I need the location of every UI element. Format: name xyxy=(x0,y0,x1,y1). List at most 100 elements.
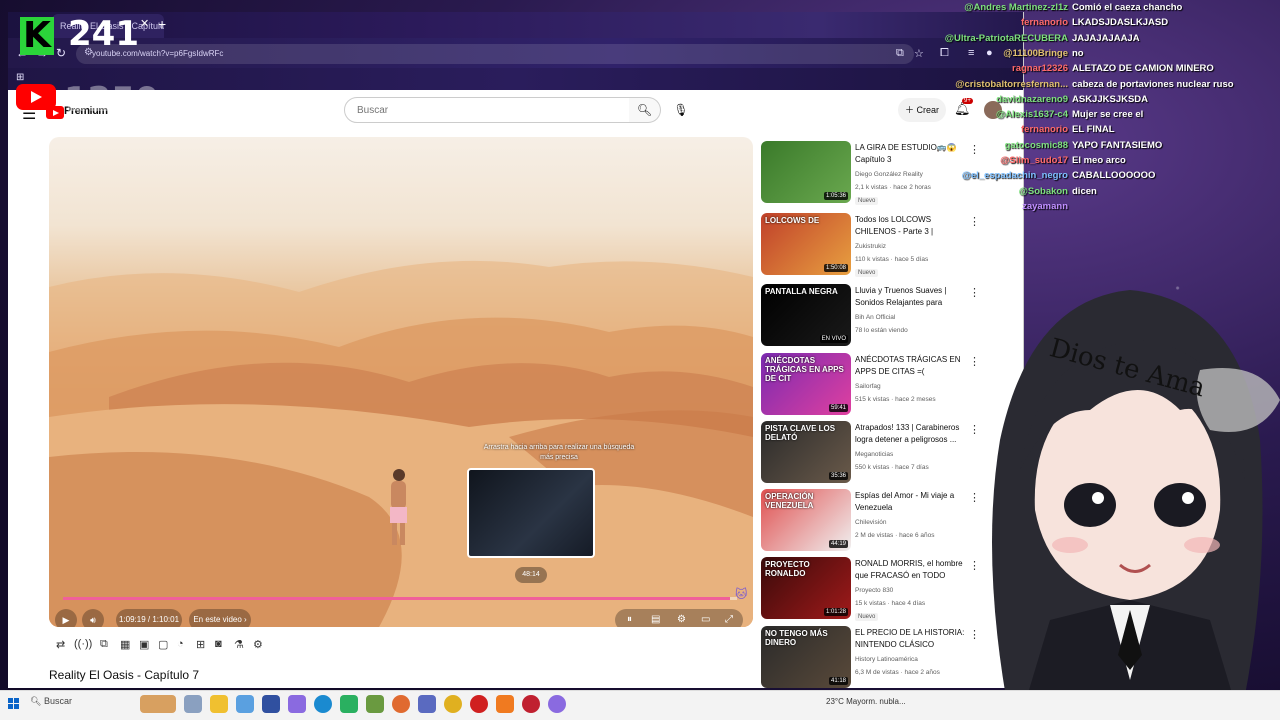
progress-bar[interactable] xyxy=(63,597,737,600)
channel-name[interactable]: Meganoticias xyxy=(855,451,893,458)
chat-text: El meo arco xyxy=(1072,155,1126,166)
new-tab-icon[interactable]: + xyxy=(158,16,166,32)
video-frame-desert xyxy=(49,260,753,627)
video-player[interactable]: Arrastra hacia arriba para realizar una … xyxy=(49,137,753,627)
chat-text: JAJAJAJAAJA xyxy=(1072,32,1140,44)
channel-name[interactable]: Proyecto 830 xyxy=(855,587,893,594)
picture-in-picture-icon[interactable]: ▣ xyxy=(139,638,149,651)
extension-settings-icon[interactable]: ⚙ xyxy=(253,638,263,651)
video-duration: EN VIVO xyxy=(819,335,848,343)
bookmark-star-icon[interactable]: ☆ xyxy=(914,47,924,60)
file-explorer-icon[interactable] xyxy=(210,695,228,713)
opera-icon[interactable] xyxy=(522,695,540,713)
recommendation-thumbnail[interactable]: PISTA CLAVE LOS DELATÓ 35:36 xyxy=(761,421,851,483)
recommendation-thumbnail[interactable]: NO TENGO MÁS DINERO 41:18 xyxy=(761,626,851,688)
app-icon-1[interactable] xyxy=(288,695,306,713)
loop-icon[interactable]: ⇄ xyxy=(56,638,65,651)
thumbnail-text: ANÉCDOTAS TRÁGICAS EN APPS DE CIT xyxy=(765,356,844,383)
recommendation-thumbnail[interactable]: PANTALLA NEGRA EN VIVO xyxy=(761,284,851,346)
chrome-icon[interactable] xyxy=(444,695,462,713)
app-icon-5[interactable] xyxy=(470,695,488,713)
search-input[interactable] xyxy=(344,97,630,123)
vtuber-avatar: Dios te Ama xyxy=(992,290,1280,720)
windows-start-icon[interactable] xyxy=(8,698,20,710)
apps-grid-icon[interactable]: ⊞ xyxy=(16,72,24,83)
volume-icon[interactable]: 🔊︎ xyxy=(82,609,104,627)
chat-text: YAPO FANTASIEMO xyxy=(1072,139,1163,151)
channel-name[interactable]: Bih An Official xyxy=(855,314,895,321)
tab-close-icon[interactable]: ✕ xyxy=(140,17,149,30)
edge-icon[interactable] xyxy=(314,695,332,713)
recommendation-thumbnail[interactable]: PROYECTO RONALDO 1:01:28 xyxy=(761,557,851,619)
thumbnail-text: PANTALLA NEGRA xyxy=(765,287,838,296)
app-icon-7[interactable] xyxy=(548,695,566,713)
recommendation-thumbnail[interactable]: LOLCOWS DE 1:50:08 xyxy=(761,213,851,275)
download-icon[interactable]: ⊞ xyxy=(196,638,205,651)
video-duration: 35:36 xyxy=(828,472,848,480)
taskbar-widget-icon[interactable] xyxy=(140,695,176,713)
weather-widget[interactable]: 23°C Mayorm. nubla... xyxy=(826,697,906,706)
channel-name[interactable]: Chilevisión xyxy=(855,519,886,526)
recommendation-title[interactable]: Todos los LOLCOWS CHILENOS - Parte 3 | D… xyxy=(855,214,965,239)
microphone-icon[interactable]: 🎙︎ xyxy=(670,100,692,122)
autoplay-toggle-icon[interactable]: ⏸ xyxy=(627,614,632,625)
chat-message: fernanorio EL FINAL xyxy=(930,124,1280,139)
bookmarks-bar xyxy=(8,68,1023,90)
install-icon[interactable]: ⧉ xyxy=(896,47,904,60)
settings-icon[interactable]: ⚙ xyxy=(677,614,686,625)
lab-icon[interactable]: ⚗ xyxy=(234,638,244,651)
subtitles-icon[interactable]: ▤ xyxy=(651,614,660,625)
thumbnail-text: LOLCOWS DE xyxy=(765,216,820,225)
chat-text: CABALLOOOOOO xyxy=(1072,170,1156,182)
taskbar-search[interactable]: 🔍︎ Buscar xyxy=(30,696,72,707)
browser-window: Reality El Oasis - Capítulo ✕ + ← → ↻ ⚙ … xyxy=(8,12,1024,688)
more-options-icon[interactable]: ⋮ xyxy=(969,215,980,228)
chat-message: @Andres Martinez-zl1z Comió el caeza chan… xyxy=(930,2,1280,17)
chat-username: @Ultra-PatriotaRECUBERA xyxy=(944,32,1068,44)
thumbnail-text: PISTA CLAVE LOS DELATÓ xyxy=(765,424,836,442)
app-icon-6[interactable] xyxy=(496,695,514,713)
app-icon-4[interactable] xyxy=(418,695,436,713)
channel-name[interactable]: History Latinoamérica xyxy=(855,656,918,663)
video-meta: 78 lo están viendo xyxy=(855,327,908,334)
chat-message: ragnar12326 ALETAZO DE CAMION MINERO xyxy=(930,63,1280,78)
play-icon[interactable]: ▶ xyxy=(55,609,77,627)
clip-icon[interactable]: ⧉ xyxy=(100,638,108,651)
speed-icon[interactable]: ◔ xyxy=(177,638,184,650)
app-icon-2[interactable] xyxy=(340,695,358,713)
chat-message: zayamann xyxy=(930,201,1280,216)
chat-text: cabeza de portaviones nuclear ruso xyxy=(1072,78,1234,90)
theater-mode-icon[interactable]: ▭ xyxy=(701,614,710,625)
recommendation-thumbnail[interactable]: 1:05:36 xyxy=(761,141,851,203)
screenshot-icon[interactable]: ◙ xyxy=(215,638,222,650)
chat-username: ragnar12326 xyxy=(1012,63,1068,75)
calendar-icon[interactable]: ▦ xyxy=(120,638,130,651)
chat-message: @Sobakon dicen xyxy=(930,186,1280,201)
chat-username: @11100Bringe xyxy=(1003,47,1068,59)
scrubber-cat-icon[interactable]: 🐱︎ xyxy=(735,587,748,601)
reload-icon[interactable]: ↻ xyxy=(56,46,66,60)
video-title[interactable]: Reality El Oasis - Capítulo 7 xyxy=(49,668,199,682)
chat-message: @Alexis1637-c4 Mujer se cree el xyxy=(930,109,1280,124)
recommendation-thumbnail[interactable]: OPERACIÓN VENEZUELA 44:19 xyxy=(761,489,851,551)
vegas-icon[interactable] xyxy=(262,695,280,713)
new-badge: Nuevo xyxy=(855,269,879,277)
channel-name[interactable]: Zukistrukiz xyxy=(855,243,886,250)
channel-name[interactable]: Diego González Reality xyxy=(855,171,923,178)
screen-icon[interactable]: ▢ xyxy=(158,638,168,651)
app-icon-3[interactable] xyxy=(366,695,384,713)
audio-icon[interactable]: ((·)) xyxy=(74,638,92,650)
store-icon[interactable] xyxy=(236,695,254,713)
thumbnail-text: NO TENGO MÁS DINERO xyxy=(765,629,828,647)
drag-hint-text: Arrastra hacia arriba para realizar una … xyxy=(483,444,635,461)
recommendation-thumbnail[interactable]: ANÉCDOTAS TRÁGICAS EN APPS DE CIT 59:41 xyxy=(761,353,851,415)
new-badge: Nuevo xyxy=(855,197,879,205)
task-view-icon[interactable] xyxy=(184,695,202,713)
fullscreen-icon[interactable]: ⤢ xyxy=(725,614,733,625)
firefox-icon[interactable] xyxy=(392,695,410,713)
chat-username: zayamann xyxy=(1022,200,1068,212)
thumbnail-text: PROYECTO RONALDO xyxy=(765,560,810,578)
channel-name[interactable]: Sailorfag xyxy=(855,383,881,390)
search-icon[interactable]: 🔍︎ xyxy=(629,97,661,123)
seek-preview-time: 48:14 xyxy=(515,567,547,583)
